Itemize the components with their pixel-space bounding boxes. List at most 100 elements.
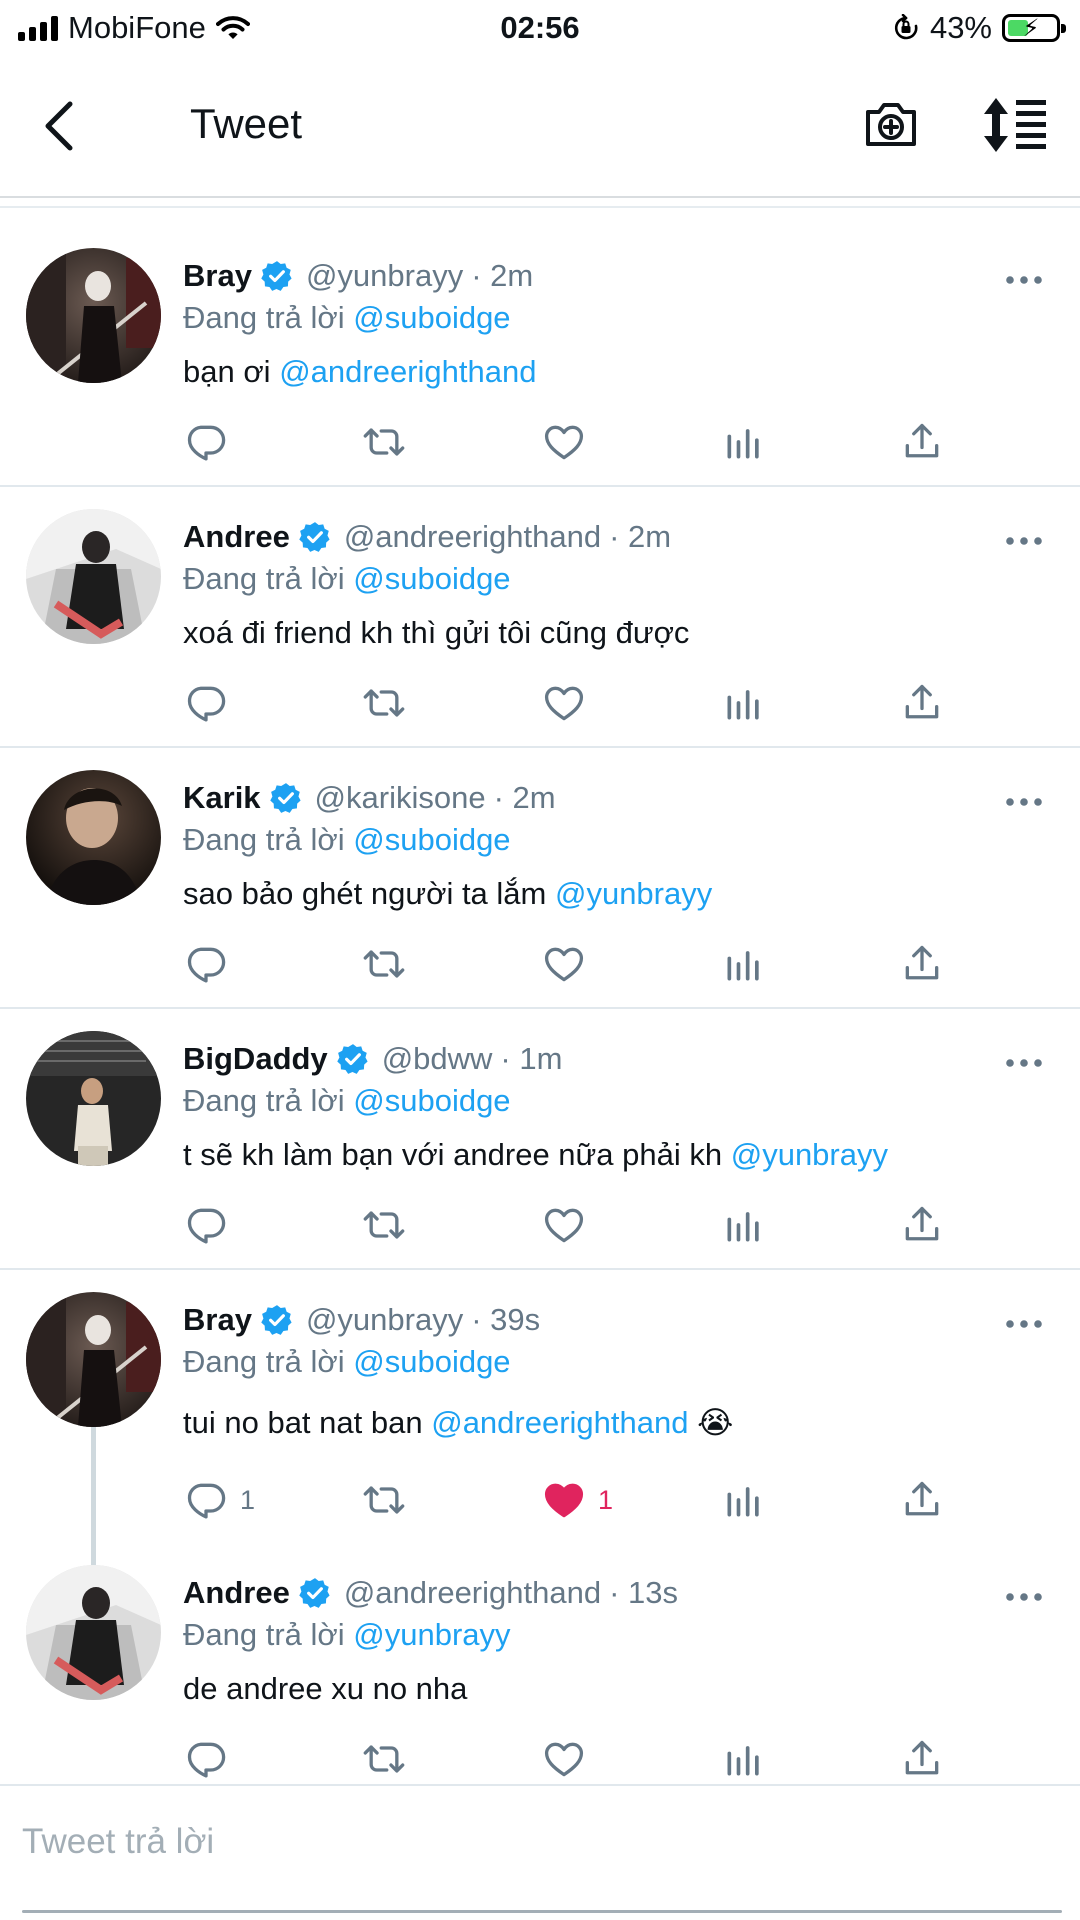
author-name[interactable]: Bray [183,1302,252,1338]
author-handle[interactable]: @karikisone [315,780,486,816]
author-handle[interactable]: @bdww [382,1041,493,1077]
like-button[interactable] [542,417,586,467]
tweet[interactable]: Andree @andreerighthand · 13s Đang trả l… [0,1560,1080,1784]
analytics-button[interactable] [722,1200,766,1250]
camera-button[interactable] [862,96,920,154]
battery-percent: 43% [929,10,992,45]
share-icon [900,1478,944,1522]
tweet-mention[interactable]: @yunbrayy [731,1137,888,1172]
tweet[interactable]: Bray @yunbrayy · 2m Đang trả lời @suboid… [0,210,1080,487]
reply-input[interactable] [22,1812,1052,1872]
tweet-header: Andree @andreerighthand · 13s [183,1575,678,1611]
more-options-icon[interactable] [1002,1053,1046,1073]
replying-to-mention[interactable]: @suboidge [353,1344,510,1379]
retweet-button[interactable] [362,417,406,467]
author-handle[interactable]: @yunbrayy [306,1302,463,1338]
page-title: Tweet [190,100,303,147]
author-handle[interactable]: @andreerighthand [344,519,601,555]
avatar[interactable] [26,509,161,644]
tweet[interactable]: Bray @yunbrayy · 39s Đang trả lời @suboi… [0,1270,1080,1560]
reply-input-underline [22,1910,1062,1913]
author-handle[interactable]: @yunbrayy [306,258,463,294]
analytics-button[interactable] [722,1734,766,1784]
replying-to-mention[interactable]: @suboidge [353,1083,510,1118]
reply-button[interactable] [184,939,228,989]
avatar[interactable] [26,770,161,905]
tweet-text: bạn ơi @andreerighthand [183,354,536,390]
reply-button[interactable] [184,417,228,467]
analytics-button[interactable] [722,939,766,989]
share-button[interactable] [900,1734,944,1784]
avatar[interactable] [26,1565,161,1700]
more-options-icon[interactable] [1002,531,1046,551]
replying-to: Đang trả lời @yunbrayy [183,1617,511,1653]
tweet-mention[interactable]: @andreerighthand [431,1405,688,1440]
verified-badge-icon [269,781,303,815]
bar-chart-icon [722,1737,766,1781]
back-button[interactable] [30,94,86,158]
avatar[interactable] [26,248,161,383]
author-handle[interactable]: @andreerighthand [344,1575,601,1611]
reply-count: 1 [240,1484,256,1515]
tweet-text: xoá đi friend kh thì gửi tôi cũng được [183,615,689,651]
more-options-icon[interactable] [1002,1587,1046,1607]
replying-to-mention[interactable]: @yunbrayy [353,1617,510,1652]
heart-icon [542,942,586,986]
retweet-button[interactable] [362,1734,406,1784]
like-button[interactable] [542,1734,586,1784]
author-name[interactable]: Karik [183,780,261,816]
reply-button[interactable] [184,1200,228,1250]
retweet-button[interactable] [362,1475,406,1525]
reply-button[interactable] [184,678,228,728]
share-button[interactable] [900,1475,944,1525]
more-options-icon[interactable] [1002,270,1046,290]
tweet-mention[interactable]: @yunbrayy [555,876,712,911]
reply-button[interactable]: 1 [184,1475,255,1525]
analytics-button[interactable] [722,678,766,728]
tweet-time: · 13s [609,1575,678,1610]
share-button[interactable] [900,417,944,467]
like-button[interactable]: 1 [542,1475,613,1525]
retweet-button[interactable] [362,678,406,728]
share-button[interactable] [900,678,944,728]
tweet-body: tui no bat nat ban [183,1405,423,1440]
avatar[interactable] [26,1031,161,1166]
tweet-time: · 2m [493,780,556,815]
analytics-button[interactable] [722,417,766,467]
battery-icon: ⚡ [1002,14,1066,42]
more-options-icon[interactable] [1002,1314,1046,1334]
tweet-header: Bray @yunbrayy · 39s [183,1302,540,1338]
tweet-mention[interactable]: @andreerighthand [279,354,536,389]
sort-replies-button[interactable] [982,96,1048,154]
tweet-time: · 2m [609,519,672,554]
retweet-button[interactable] [362,939,406,989]
analytics-button[interactable] [722,1475,766,1525]
heart-icon [542,681,586,725]
reply-button[interactable] [184,1734,228,1784]
status-right: 43% ⚡ [892,10,1066,46]
tweet[interactable]: Karik @karikisone · 2m Đang trả lời @sub… [0,748,1080,1009]
like-button[interactable] [542,1200,586,1250]
tweet[interactable]: Andree @andreerighthand · 2m Đang trả lờ… [0,487,1080,748]
tweet-header: Bray @yunbrayy · 2m [183,258,533,294]
replying-to-mention[interactable]: @suboidge [353,300,510,335]
share-button[interactable] [900,939,944,989]
avatar[interactable] [26,1292,161,1427]
author-name[interactable]: Bray [183,258,252,294]
tweet-header: BigDaddy @bdww · 1m [183,1041,562,1077]
tweet[interactable]: BigDaddy @bdww · 1m Đang trả lời @suboid… [0,1009,1080,1270]
author-name[interactable]: Andree [183,519,290,555]
like-button[interactable] [542,678,586,728]
author-name[interactable]: Andree [183,1575,290,1611]
replying-label: Đang trả lời [183,1617,345,1652]
retweet-button[interactable] [362,1200,406,1250]
more-options-icon[interactable] [1002,792,1046,812]
tweet-time: · 1m [500,1041,563,1076]
verified-badge-icon [298,1576,332,1610]
like-button[interactable] [542,939,586,989]
tweet-text: t sẽ kh làm bạn với andree nữa phải kh @… [183,1137,888,1173]
replying-to-mention[interactable]: @suboidge [353,822,510,857]
share-button[interactable] [900,1200,944,1250]
author-name[interactable]: BigDaddy [183,1041,328,1077]
replying-to-mention[interactable]: @suboidge [353,561,510,596]
